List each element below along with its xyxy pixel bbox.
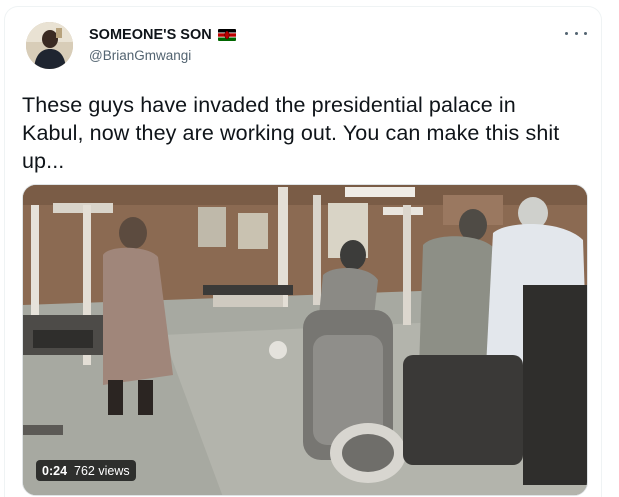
profile-avatar[interactable] [26, 22, 73, 69]
tweet-text: These guys have invaded the presidential… [22, 93, 560, 173]
author-display-name[interactable]: SOMEONE'S SON [89, 27, 236, 43]
author-name-text[interactable]: SOMEONE'S SON [89, 27, 212, 43]
video-stats-badge: 0:24 762 views [36, 460, 136, 481]
more-options-icon[interactable] [565, 25, 587, 41]
video-player[interactable]: 0:24 762 views [22, 184, 588, 496]
kenya-flag-icon [217, 29, 236, 41]
video-frame-image [23, 185, 587, 495]
tweet-card[interactable]: SOMEONE'S SON @BrianGmwangi These guys h… [4, 6, 602, 497]
video-view-count: 762 views [74, 463, 130, 478]
video-duration: 0:24 [42, 463, 68, 478]
author-handle[interactable]: @BrianGmwangi [89, 48, 191, 63]
